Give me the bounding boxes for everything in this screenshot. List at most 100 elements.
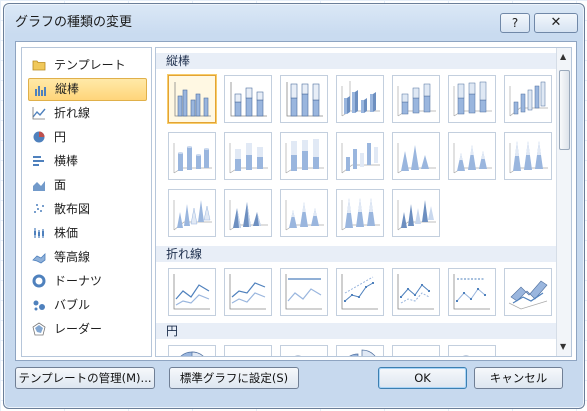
category-label: 横棒 <box>54 154 79 168</box>
ok-button[interactable]: OK <box>378 367 467 389</box>
category-label: 折れ線 <box>54 106 91 120</box>
percent-stacked-column-icon <box>286 82 323 117</box>
pie-chart-icon <box>33 131 45 143</box>
3d-line-icon <box>508 280 548 310</box>
category-surface[interactable]: 等高線 <box>28 246 145 268</box>
line-chart-icon <box>32 107 46 120</box>
scroll-up-arrow-icon[interactable]: ▲ <box>560 52 566 61</box>
stacked-cylinder-icon <box>229 143 268 174</box>
chart-category-list: テンプレート 縦棒 折れ線 円 横棒 面 散布図 株価 等高線 ドーナツ バブル… <box>21 47 152 357</box>
chart-thumb-stacked-cone[interactable] <box>448 132 496 180</box>
change-chart-type-dialog: グラフの種類の変更 ? ✕ テンプレート 縦棒 折れ線 円 横棒 面 散布図 株… <box>3 3 585 409</box>
stacked-line-markers-icon <box>397 274 434 310</box>
chart-thumb-stacked-line-markers[interactable] <box>392 268 440 316</box>
title-bar: グラフの種類の変更 ? ✕ <box>4 4 584 34</box>
3d-cylinder-icon <box>341 143 380 174</box>
clustered-pyramid-icon <box>229 200 268 231</box>
pie-icon <box>180 351 204 356</box>
chart-thumb-100-stacked-cone[interactable] <box>504 132 552 180</box>
chart-thumb-3d-exploded-pie[interactable] <box>392 345 440 356</box>
3d-clustered-column-icon <box>341 81 380 117</box>
dialog-title: グラフの種類の変更 <box>15 15 133 30</box>
chart-thumb-100-stacked-cylinder[interactable] <box>280 132 328 180</box>
cancel-button[interactable]: キャンセル <box>474 367 563 389</box>
gallery-scrollbar[interactable]: ▲ ▼ <box>556 48 571 356</box>
chart-thumb-line-markers[interactable] <box>336 268 384 316</box>
category-bar[interactable]: 横棒 <box>28 150 145 172</box>
category-template[interactable]: テンプレート <box>28 54 145 76</box>
chart-thumb-100-stacked-pyramid[interactable] <box>336 189 384 237</box>
chart-thumb-clustered-cone[interactable] <box>392 132 440 180</box>
chart-thumb-3d-cone[interactable] <box>168 189 216 237</box>
chart-thumb-3d-pie[interactable] <box>224 345 272 356</box>
chart-thumb-3d-100-stacked-column[interactable] <box>448 75 496 123</box>
category-stock[interactable]: 株価 <box>28 222 145 244</box>
chart-thumb-stacked-pyramid[interactable] <box>280 189 328 237</box>
category-label: 縦棒 <box>55 82 80 96</box>
scatter-chart-icon <box>34 204 44 213</box>
category-pie[interactable]: 円 <box>28 126 145 148</box>
column-chart-icon <box>35 86 46 96</box>
chart-thumb-3d-pyramid[interactable] <box>392 189 440 237</box>
3d-stacked-column-icon <box>397 83 436 117</box>
category-bubble[interactable]: バブル <box>28 294 145 316</box>
category-scatter[interactable]: 散布図 <box>28 198 145 220</box>
category-label: バブル <box>54 298 91 312</box>
chart-thumb-stacked-cylinder[interactable] <box>224 132 272 180</box>
chart-thumb-3d-line[interactable] <box>504 268 552 316</box>
chart-thumb-pie-of-pie[interactable] <box>280 345 328 356</box>
bubble-chart-icon <box>33 300 45 311</box>
chart-thumb-3d-clustered-column[interactable] <box>336 75 384 123</box>
percent-stacked-line-markers-icon <box>453 274 490 310</box>
percent-stacked-cone-icon <box>509 141 548 174</box>
category-doughnut[interactable]: ドーナツ <box>28 270 145 292</box>
category-label: テンプレート <box>54 58 126 72</box>
clustered-cylinder-icon <box>173 143 212 174</box>
chart-thumb-100-stacked-line-markers[interactable] <box>448 268 496 316</box>
dialog-content: テンプレート 縦棒 折れ線 円 横棒 面 散布図 株価 等高線 ドーナツ バブル… <box>15 41 577 361</box>
category-label: ドーナツ <box>54 274 103 288</box>
3d-column-icon <box>509 81 548 117</box>
chart-thumb-stacked-line[interactable] <box>224 268 272 316</box>
chart-thumb-3d-column[interactable] <box>504 75 552 123</box>
chart-thumb-clustered-pyramid[interactable] <box>224 189 272 237</box>
chart-thumb-stacked-column[interactable] <box>224 75 272 123</box>
manage-templates-button[interactable]: テンプレートの管理(M)... <box>15 367 155 389</box>
3d-pyramid-icon <box>397 200 436 231</box>
stacked-pyramid-icon <box>285 200 324 231</box>
chart-thumb-clustered-column[interactable] <box>168 75 216 123</box>
category-label: 面 <box>54 178 67 192</box>
category-column[interactable]: 縦棒 <box>28 78 147 101</box>
bar-of-pie-icon <box>462 355 470 356</box>
help-button[interactable]: ? <box>500 13 530 33</box>
category-area[interactable]: 面 <box>28 174 145 196</box>
chart-thumb-100-stacked-line[interactable] <box>280 268 328 316</box>
chart-thumb-clustered-cylinder[interactable] <box>168 132 216 180</box>
chart-thumb-100-stacked-column[interactable] <box>280 75 328 123</box>
clustered-cone-icon <box>397 143 436 174</box>
chart-thumb-3d-cylinder[interactable] <box>336 132 384 180</box>
line-icon <box>173 274 210 310</box>
chart-thumb-3d-stacked-column[interactable] <box>392 75 440 123</box>
scrollbar-thumb[interactable] <box>559 70 570 150</box>
set-default-chart-button[interactable]: 標準グラフに設定(S) <box>169 367 299 389</box>
section-header-line: 折れ線 <box>156 246 566 262</box>
surface-chart-icon <box>32 253 46 264</box>
close-button[interactable]: ✕ <box>534 13 578 33</box>
stacked-line-icon <box>229 274 266 310</box>
chart-thumb-line[interactable] <box>168 268 216 316</box>
category-label: 等高線 <box>54 250 91 264</box>
category-radar[interactable]: レーダー <box>28 318 145 340</box>
category-label: 株価 <box>54 226 79 240</box>
stacked-column-icon <box>230 82 267 117</box>
category-line[interactable]: 折れ線 <box>28 102 145 124</box>
chart-thumb-exploded-pie[interactable] <box>336 345 384 356</box>
chart-thumb-bar-of-pie[interactable] <box>448 345 496 356</box>
chart-thumb-pie[interactable] <box>168 345 216 356</box>
pie-of-pie-icon <box>294 355 302 356</box>
folder-icon <box>32 60 46 71</box>
3d-cone-icon <box>173 200 212 231</box>
percent-stacked-line-icon <box>285 274 322 310</box>
section-header-column: 縦棒 <box>156 53 566 69</box>
scroll-down-arrow-icon[interactable]: ▼ <box>560 342 566 351</box>
